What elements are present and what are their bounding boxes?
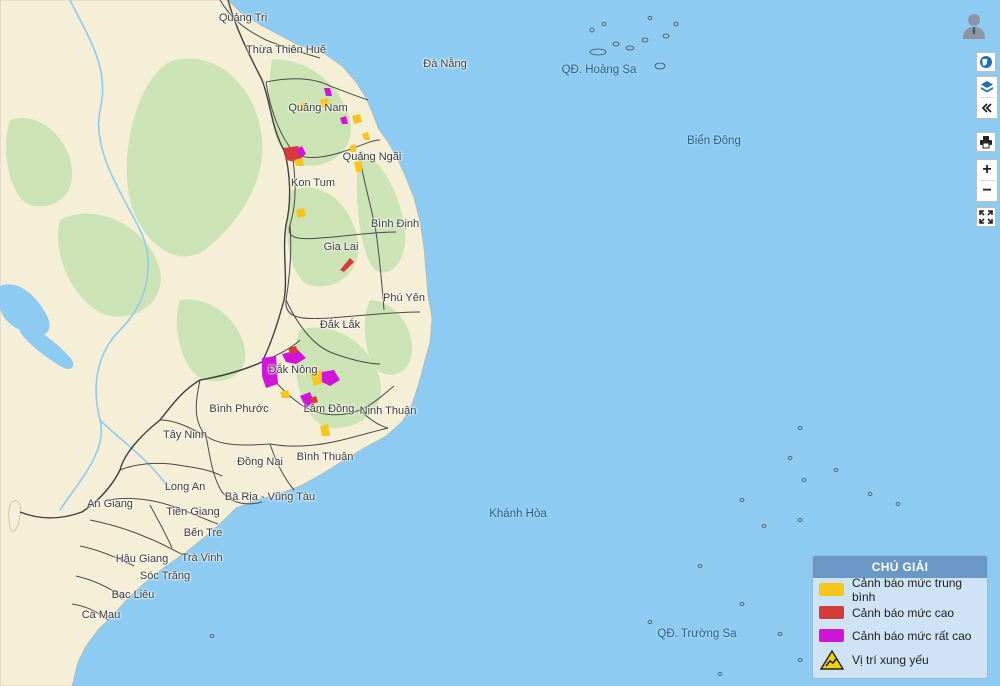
zoom-in-label: +	[982, 161, 992, 178]
legend-label: Cảnh báo mức cao	[852, 605, 955, 620]
warning-triangle-icon	[819, 650, 844, 670]
place-label: Quảng Ngãi	[342, 151, 402, 163]
place-label: Tiền Giang	[166, 506, 220, 518]
place-label: Đà Nẵng	[423, 58, 467, 70]
legend-item-high: Cảnh báo mức cao	[813, 601, 987, 624]
place-label: Bình Định	[370, 218, 420, 230]
globe-icon	[979, 55, 993, 69]
legend-item-vulnerable: Vị trí xung yếu	[813, 647, 987, 673]
globe-button[interactable]	[976, 52, 996, 72]
legend-swatch-high	[819, 606, 844, 619]
zoom-in-button[interactable]: +	[977, 160, 997, 180]
place-label: Bình Thuận	[296, 451, 354, 463]
place-label: QĐ. Trường Sa	[657, 628, 737, 640]
place-label: Quảng Nam	[288, 102, 348, 114]
place-label: QĐ. Hoàng Sa	[561, 64, 637, 76]
place-label: Đồng Nai	[237, 456, 283, 468]
layers-icon	[980, 80, 994, 94]
place-label: Đắk Lắk	[319, 319, 361, 331]
place-label: Thừa Thiên Huế	[246, 44, 326, 56]
zoom-out-button[interactable]: −	[977, 181, 997, 201]
zoom-out-label: −	[982, 182, 992, 199]
place-label: Trà Vinh	[181, 552, 223, 564]
place-label: Sóc Trăng	[139, 570, 191, 582]
place-label: Lâm Đồng	[303, 403, 355, 415]
user-icon[interactable]	[962, 12, 986, 40]
place-label: Hậu Giang	[115, 553, 169, 565]
place-label: Bến Tre	[183, 527, 223, 539]
legend-label: Vị trí xung yếu	[852, 653, 929, 667]
zoom-control-group: + −	[976, 159, 998, 202]
place-label: Ninh Thuận	[359, 405, 417, 417]
place-label: Đắk Nông	[268, 364, 318, 376]
place-label: Bà Rịa - Vũng Tàu	[224, 491, 316, 503]
place-label: Gia Lai	[323, 241, 359, 253]
place-label: Bình Phước	[209, 403, 269, 415]
place-label: Biển Đông	[687, 135, 741, 147]
place-label: Cà Mau	[81, 609, 121, 621]
double-chevron-left-icon	[981, 102, 993, 114]
legend-panel: CHÚ GIẢI Cảnh báo mức trung bình Cảnh bá…	[812, 555, 988, 679]
place-label: Tây Ninh	[162, 429, 208, 441]
legend-swatch-medium	[819, 583, 844, 596]
place-label: Kon Tum	[290, 177, 336, 189]
place-label: Phú Yên	[382, 292, 426, 304]
legend-swatch-very-high	[819, 629, 844, 642]
legend-label: Cảnh báo mức rất cao	[852, 628, 972, 643]
place-label: Quảng Trị	[218, 12, 268, 24]
legend-item-medium: Cảnh báo mức trung bình	[813, 575, 987, 604]
printer-icon	[979, 135, 993, 149]
place-label: Khánh Hòa	[489, 508, 547, 520]
legend-label: Cảnh báo mức trung bình	[852, 575, 963, 604]
legend-item-very-high: Cảnh báo mức rất cao	[813, 624, 987, 647]
place-label: An Giang	[87, 498, 133, 510]
fullscreen-icon	[979, 210, 993, 224]
place-label: Long An	[164, 481, 206, 493]
layers-button[interactable]	[977, 77, 997, 97]
fullscreen-button[interactable]	[976, 207, 996, 227]
collapse-panel-button[interactable]	[977, 98, 997, 118]
place-label: Bạc Liêu	[111, 589, 155, 601]
layer-control-group	[976, 76, 998, 119]
print-button[interactable]	[976, 132, 996, 152]
